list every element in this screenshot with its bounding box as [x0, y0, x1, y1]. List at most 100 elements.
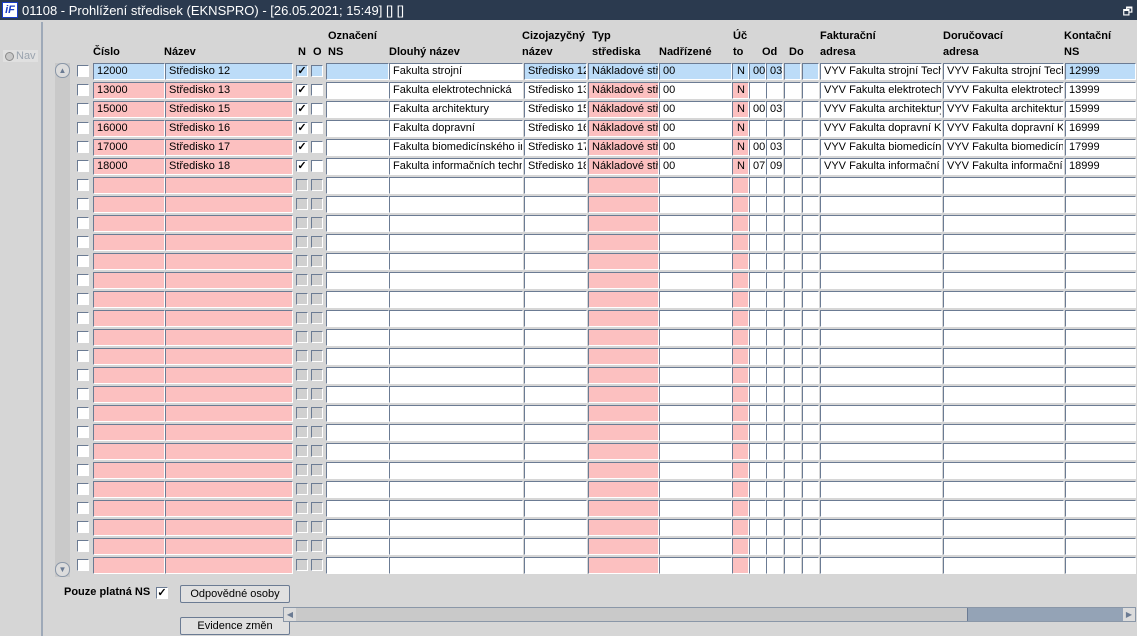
cell-cislo[interactable] [93, 196, 165, 213]
checkbox-n[interactable] [296, 521, 308, 533]
cell-oznaceni[interactable] [326, 139, 389, 156]
cell-od2[interactable] [766, 462, 783, 479]
cell-cislo[interactable] [93, 272, 165, 289]
cell-cizo[interactable]: Středisko 15 [524, 101, 587, 118]
cell-oznaceni[interactable] [326, 329, 389, 346]
row-select-checkbox[interactable] [77, 445, 89, 457]
row-select-checkbox[interactable] [77, 84, 89, 96]
row-select-checkbox[interactable] [77, 122, 89, 134]
cell-ucto[interactable]: N [732, 101, 749, 118]
cell-nazev[interactable] [165, 481, 293, 498]
cell-do2[interactable] [802, 272, 819, 289]
cell-cislo[interactable] [93, 424, 165, 441]
cell-cizo[interactable] [524, 557, 587, 574]
cell-cislo[interactable] [93, 253, 165, 270]
cell-do2[interactable] [802, 367, 819, 384]
cell-do2[interactable] [802, 158, 819, 175]
cell-cizo[interactable] [524, 481, 587, 498]
row-select-checkbox[interactable] [77, 331, 89, 343]
cell-doruc[interactable] [943, 253, 1064, 270]
cell-do2[interactable] [802, 538, 819, 555]
cell-do1[interactable] [784, 500, 801, 517]
cell-ucto[interactable] [732, 177, 749, 194]
cell-cizo[interactable] [524, 177, 587, 194]
cell-cizo[interactable] [524, 386, 587, 403]
cell-ucto[interactable] [732, 481, 749, 498]
cell-ucto[interactable] [732, 557, 749, 574]
cell-oznaceni[interactable] [326, 557, 389, 574]
cell-od2[interactable] [766, 481, 783, 498]
checkbox-o[interactable] [311, 217, 323, 229]
cell-kont[interactable] [1065, 405, 1136, 422]
cell-ucto[interactable] [732, 462, 749, 479]
cell-od1[interactable] [749, 234, 766, 251]
cell-ucto[interactable]: N [732, 63, 749, 80]
cell-nazev[interactable] [165, 386, 293, 403]
cell-fakt[interactable]: VYV Fakulta informační [820, 158, 942, 175]
cell-do2[interactable] [802, 424, 819, 441]
cell-ucto[interactable] [732, 215, 749, 232]
checkbox-o[interactable] [311, 179, 323, 191]
checkbox-n[interactable] [296, 255, 308, 267]
row-select-checkbox[interactable] [77, 369, 89, 381]
cell-cislo[interactable] [93, 500, 165, 517]
cell-kont[interactable] [1065, 519, 1136, 536]
cell-nazev[interactable] [165, 234, 293, 251]
cell-od2[interactable] [766, 348, 783, 365]
cell-dlouhy[interactable] [389, 253, 523, 270]
cell-fakt[interactable] [820, 348, 942, 365]
cell-fakt[interactable] [820, 329, 942, 346]
cell-fakt[interactable] [820, 196, 942, 213]
checkbox-o[interactable] [311, 464, 323, 476]
cell-do2[interactable] [802, 557, 819, 574]
cell-kont[interactable]: 16999 [1065, 120, 1136, 137]
cell-fakt[interactable] [820, 253, 942, 270]
cell-do1[interactable] [784, 215, 801, 232]
vertical-scrollbar[interactable]: ▲ ▼ [55, 63, 70, 577]
checkbox-n[interactable] [296, 369, 308, 381]
cell-do2[interactable] [802, 310, 819, 327]
cell-od2[interactable] [766, 519, 783, 536]
cell-dlouhy[interactable] [389, 367, 523, 384]
checkbox-n[interactable] [296, 464, 308, 476]
cell-nadrizene[interactable] [659, 215, 732, 232]
cell-kont[interactable]: 13999 [1065, 82, 1136, 99]
cell-typ[interactable] [588, 424, 659, 441]
cell-dlouhy[interactable]: Fakulta dopravní [389, 120, 523, 137]
cell-nadrizene[interactable]: 00 [659, 101, 732, 118]
row-select-checkbox[interactable] [77, 160, 89, 172]
row-select-checkbox[interactable] [77, 540, 89, 552]
cell-fakt[interactable]: VYV Fakulta architektury [820, 101, 942, 118]
odpovedne-osoby-button[interactable]: Odpovědné osoby [180, 585, 290, 603]
cell-fakt[interactable] [820, 367, 942, 384]
cell-do2[interactable] [802, 253, 819, 270]
cell-do1[interactable] [784, 158, 801, 175]
cell-oznaceni[interactable] [326, 348, 389, 365]
cell-doruc[interactable] [943, 196, 1064, 213]
cell-od1[interactable]: 07 [749, 158, 766, 175]
cell-fakt[interactable]: VYV Fakulta dopravní K [820, 120, 942, 137]
cell-ucto[interactable] [732, 196, 749, 213]
cell-oznaceni[interactable] [326, 386, 389, 403]
cell-dlouhy[interactable] [389, 538, 523, 555]
cell-cizo[interactable] [524, 367, 587, 384]
checkbox-n[interactable]: ✓ [296, 103, 308, 115]
checkbox-n[interactable] [296, 407, 308, 419]
cell-od2[interactable] [766, 367, 783, 384]
cell-typ[interactable] [588, 386, 659, 403]
cell-do1[interactable] [784, 348, 801, 365]
cell-doruc[interactable] [943, 443, 1064, 460]
cell-dlouhy[interactable] [389, 519, 523, 536]
cell-do2[interactable] [802, 386, 819, 403]
scroll-down-icon[interactable]: ▼ [55, 562, 70, 577]
checkbox-n[interactable] [296, 350, 308, 362]
checkbox-o[interactable] [311, 483, 323, 495]
cell-nadrizene[interactable] [659, 386, 732, 403]
cell-dlouhy[interactable] [389, 500, 523, 517]
cell-nazev[interactable] [165, 329, 293, 346]
cell-cizo[interactable] [524, 405, 587, 422]
cell-od1[interactable] [749, 120, 766, 137]
cell-do2[interactable] [802, 405, 819, 422]
row-select-checkbox[interactable] [77, 274, 89, 286]
checkbox-o[interactable] [311, 540, 323, 552]
